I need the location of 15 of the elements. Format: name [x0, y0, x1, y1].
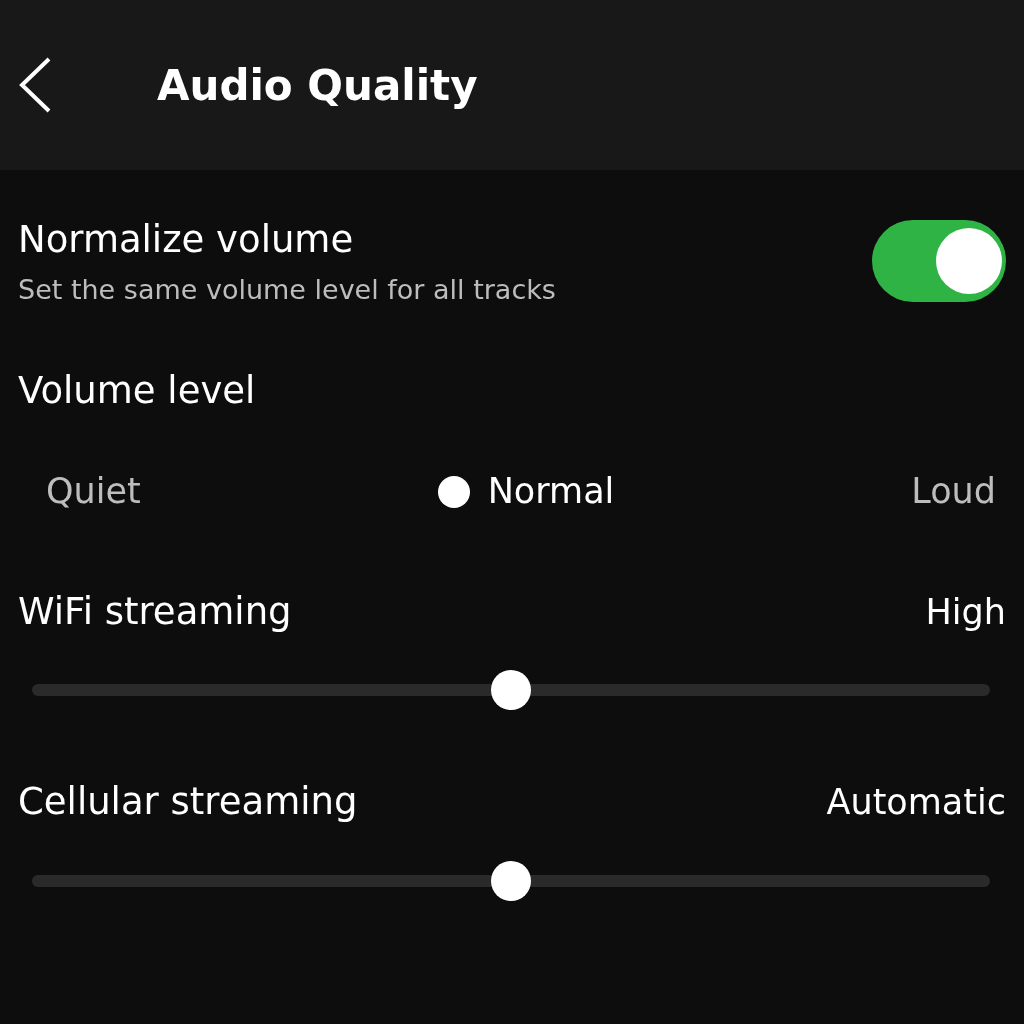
selected-dot-icon — [437, 475, 470, 508]
slider-thumb[interactable] — [491, 670, 531, 711]
setting-title: WiFi streaming — [18, 589, 292, 635]
volume-option[interactable]: Normal — [437, 465, 615, 518]
setting-description: Set the same volume level for all tracks — [18, 273, 556, 308]
slider-thumb[interactable] — [491, 860, 531, 901]
back-icon[interactable] — [18, 57, 52, 113]
setting-value: High — [925, 590, 1006, 634]
setting-title: Normalize volume — [18, 218, 355, 263]
volume-option[interactable]: Quiet — [46, 465, 141, 518]
page-title: Audio Quality — [157, 59, 478, 112]
setting-value: Automatic — [826, 781, 1006, 825]
volume-option[interactable]: Loud — [911, 465, 996, 518]
setting-title: Volume level — [18, 368, 257, 414]
setting-title: Cellular streaming — [18, 780, 358, 825]
